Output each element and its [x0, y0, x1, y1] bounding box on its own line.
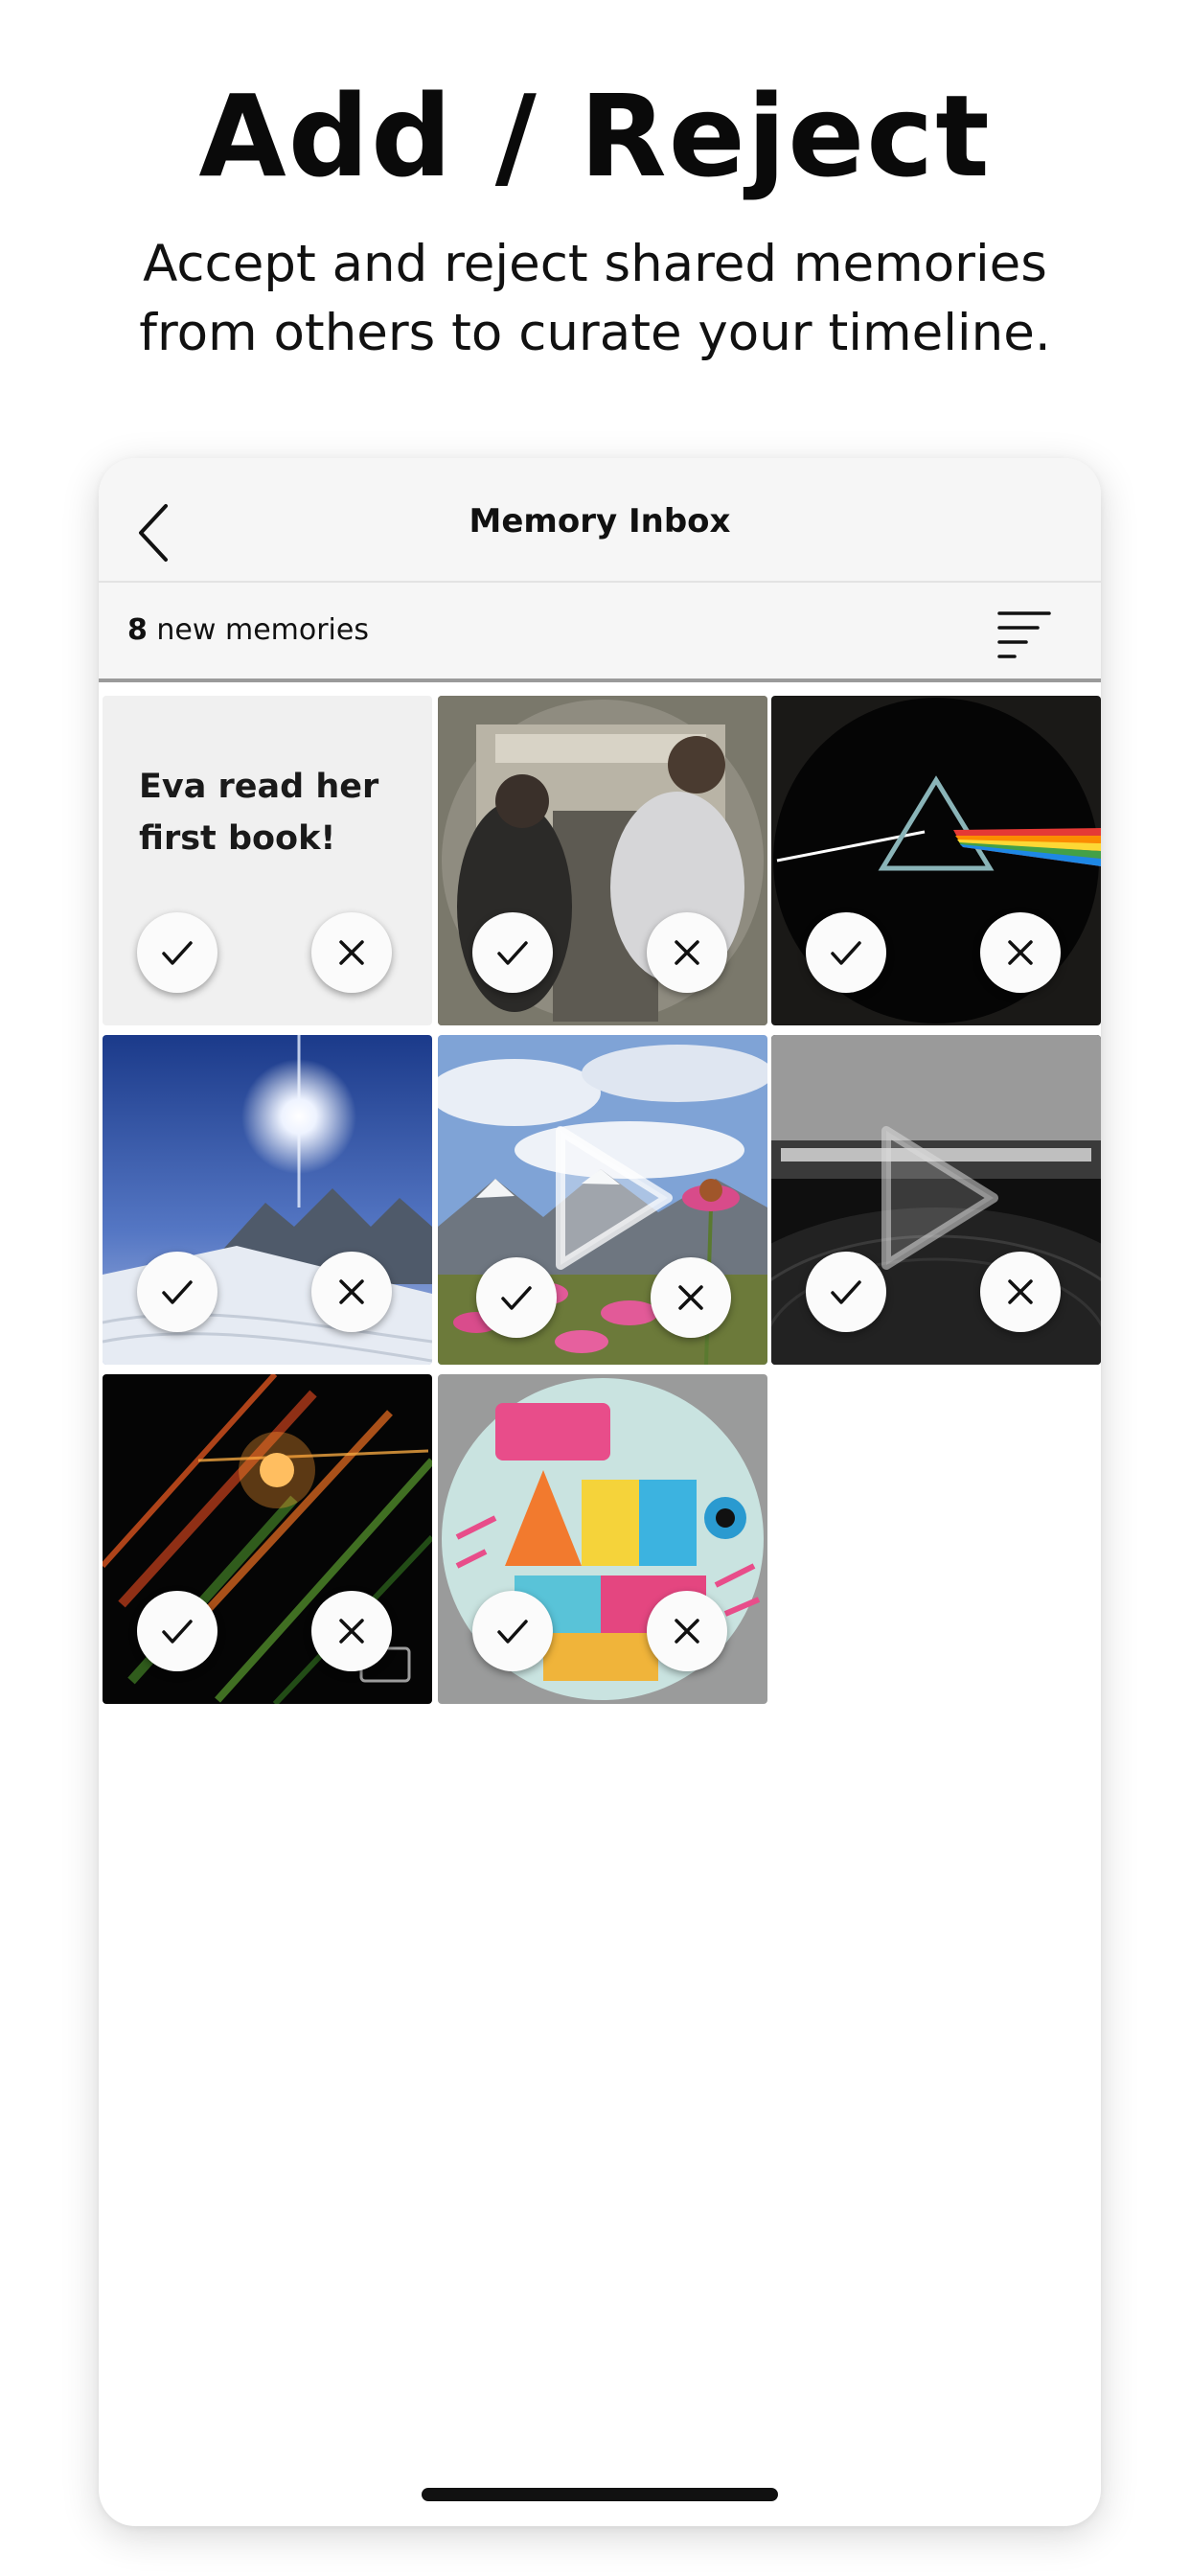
nav-bar: Memory Inbox	[99, 458, 1101, 583]
check-icon	[831, 1280, 861, 1304]
check-icon	[162, 1280, 193, 1304]
reject-button[interactable]	[311, 1252, 392, 1332]
accept-button[interactable]	[137, 1252, 217, 1332]
check-icon	[497, 941, 528, 965]
close-icon	[1008, 1279, 1033, 1304]
accept-button[interactable]	[472, 912, 553, 993]
memory-card-photo[interactable]	[103, 1035, 432, 1365]
close-icon	[339, 1279, 364, 1304]
memory-card-photo[interactable]	[438, 1374, 767, 1704]
close-icon	[675, 1619, 699, 1644]
memory-card-video[interactable]	[771, 1035, 1101, 1365]
accept-button[interactable]	[137, 912, 217, 993]
memory-count-number: 8	[127, 613, 148, 647]
reject-button[interactable]	[311, 912, 392, 993]
reject-button[interactable]	[651, 1257, 731, 1338]
check-icon	[162, 1620, 193, 1644]
accept-button[interactable]	[806, 912, 886, 993]
check-icon	[162, 941, 193, 965]
headline: Add / Reject	[198, 70, 992, 202]
memory-card-photo[interactable]	[103, 1374, 432, 1704]
memory-card-photo[interactable]	[771, 696, 1101, 1025]
memory-count-label: new memories	[156, 613, 369, 647]
accept-button[interactable]	[472, 1591, 553, 1671]
close-icon	[675, 940, 699, 965]
accept-button[interactable]	[806, 1252, 886, 1332]
check-icon	[501, 1286, 532, 1310]
accept-button[interactable]	[476, 1257, 557, 1338]
memory-count: 8 new memories	[127, 613, 369, 647]
subheadline-line2: from others to curate your timeline.	[139, 304, 1051, 362]
close-icon	[339, 1619, 364, 1644]
reject-button[interactable]	[311, 1591, 392, 1671]
subheadline-line1: Accept and reject shared memories	[143, 235, 1047, 293]
phone-frame: Memory Inbox 8 new memories Eva read her…	[99, 458, 1101, 2526]
filter-button[interactable]	[997, 610, 1051, 661]
memory-card-video[interactable]	[438, 1035, 767, 1365]
reject-button[interactable]	[647, 912, 727, 993]
summary-bar: 8 new memories	[99, 583, 1101, 682]
sort-filter-icon	[997, 611, 1051, 658]
memory-text: Eva read her first book!	[139, 768, 379, 858]
check-icon	[497, 1620, 528, 1644]
home-indicator[interactable]	[422, 2488, 778, 2501]
close-icon	[1008, 940, 1033, 965]
subheadline: Accept and reject shared memories from o…	[57, 230, 1133, 368]
memory-card-text[interactable]: Eva read her first book!	[103, 696, 432, 1025]
reject-button[interactable]	[647, 1591, 727, 1671]
page-title: Memory Inbox	[469, 502, 731, 540]
check-icon	[831, 941, 861, 965]
memory-card-photo[interactable]	[438, 696, 767, 1025]
close-icon	[678, 1285, 703, 1310]
close-icon	[339, 940, 364, 965]
accept-button[interactable]	[137, 1591, 217, 1671]
reject-button[interactable]	[980, 912, 1061, 993]
reject-button[interactable]	[980, 1252, 1061, 1332]
